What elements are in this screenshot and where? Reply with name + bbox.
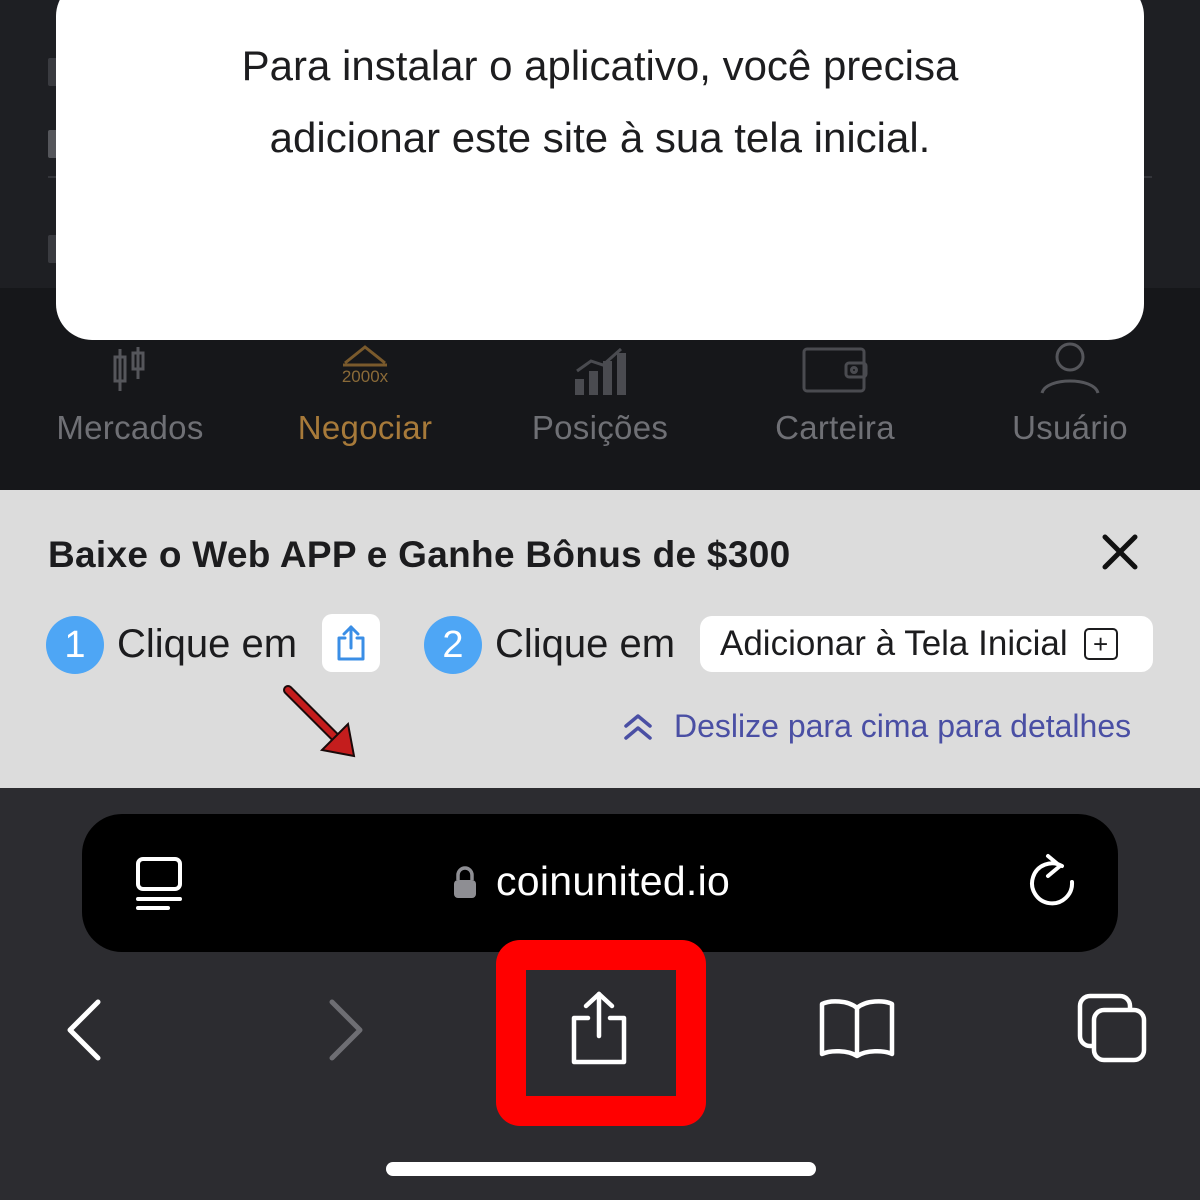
trade-icon: 2000x [325, 335, 405, 395]
close-icon[interactable] [1100, 532, 1148, 580]
install-banner: Baixe o Web APP e Ganhe Bônus de $300 1 … [0, 490, 1200, 788]
user-icon [1030, 335, 1110, 395]
install-modal: Para instalar o aplicativo, você precisa… [56, 0, 1144, 340]
tab-label: Mercados [56, 409, 204, 446]
tab-label: Carteira [775, 409, 895, 446]
wallet-icon [795, 335, 875, 395]
add-to-home-label: Adicionar à Tela Inicial [720, 624, 1068, 663]
url-text[interactable]: coinunited.io [496, 858, 730, 905]
tab-label: Usuário [1012, 409, 1128, 446]
step-1-badge: 1 [46, 616, 104, 674]
tab-posicoes[interactable]: Posições [483, 335, 717, 465]
share-chip [322, 614, 380, 672]
swipe-hint[interactable]: Deslize para cima para detalhes [622, 708, 1131, 745]
back-icon[interactable] [64, 998, 104, 1067]
tab-label: Posições [531, 409, 669, 446]
tab-label: Negociar [297, 409, 433, 446]
step-1-text: Clique em [117, 622, 298, 666]
tab-mercados[interactable]: Mercados [13, 335, 247, 465]
tab-negociar[interactable]: 2000x Negociar [248, 335, 482, 465]
tab-usuario[interactable]: Usuário [953, 335, 1187, 465]
banner-title: Baixe o Web APP e Ganhe Bônus de $300 [48, 534, 791, 575]
tabs-icon[interactable] [1076, 992, 1150, 1069]
install-instructions: Para instalar o aplicativo, você precisa… [56, 30, 1144, 174]
add-to-home-chip: Adicionar à Tela Inicial + [700, 616, 1153, 672]
share-highlight-box [496, 940, 706, 1126]
instruction-line: adicionar este site à sua tela inicial. [269, 114, 931, 161]
plus-square-icon: + [1083, 628, 1118, 660]
forward-icon[interactable] [326, 998, 366, 1067]
bar-chart-icon [560, 335, 640, 395]
red-arrow-icon [283, 685, 356, 758]
step-2-text: Clique em [495, 622, 676, 666]
reader-mode-icon[interactable] [134, 856, 184, 917]
share-icon [337, 625, 365, 661]
double-chevron-up-icon [624, 713, 652, 740]
swipe-hint-text: Deslize para cima para detalhes [674, 708, 1132, 744]
reload-icon[interactable] [1026, 852, 1078, 917]
instruction-line: Para instalar o aplicativo, você precisa [241, 42, 959, 89]
home-indicator[interactable] [386, 1162, 816, 1176]
candlestick-icon [90, 335, 170, 395]
leverage-badge: 2000x [341, 367, 389, 386]
tab-carteira[interactable]: Carteira [718, 335, 952, 465]
step-2-badge: 2 [424, 616, 482, 674]
bookmarks-icon[interactable] [818, 996, 896, 1065]
lock-icon [452, 866, 478, 905]
